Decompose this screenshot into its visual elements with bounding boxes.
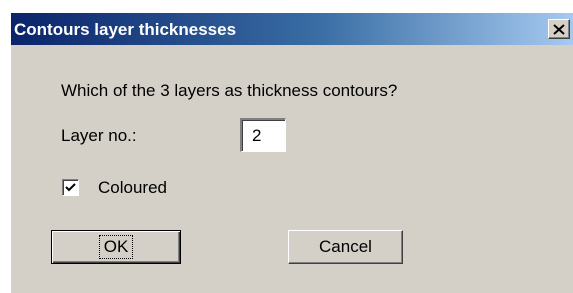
checkmark-icon: [65, 183, 76, 192]
ok-button-label: OK: [98, 235, 134, 259]
ok-button[interactable]: OK: [51, 230, 181, 264]
close-icon: [553, 23, 565, 35]
dialog-window: Contours layer thicknesses Which of the …: [10, 12, 573, 293]
cancel-button-label: Cancel: [319, 237, 372, 256]
coloured-checkbox[interactable]: [62, 179, 79, 196]
prompt-text: Which of the 3 layers as thickness conto…: [61, 81, 398, 100]
title-bar[interactable]: Contours layer thicknesses: [11, 13, 573, 45]
cancel-button[interactable]: Cancel: [288, 230, 403, 264]
window-title: Contours layer thicknesses: [14, 20, 237, 39]
close-button[interactable]: [548, 19, 570, 39]
layer-number-input[interactable]: [240, 118, 286, 152]
layer-number-label: Layer no.:: [61, 126, 137, 145]
coloured-checkbox-label[interactable]: Coloured: [98, 178, 167, 198]
